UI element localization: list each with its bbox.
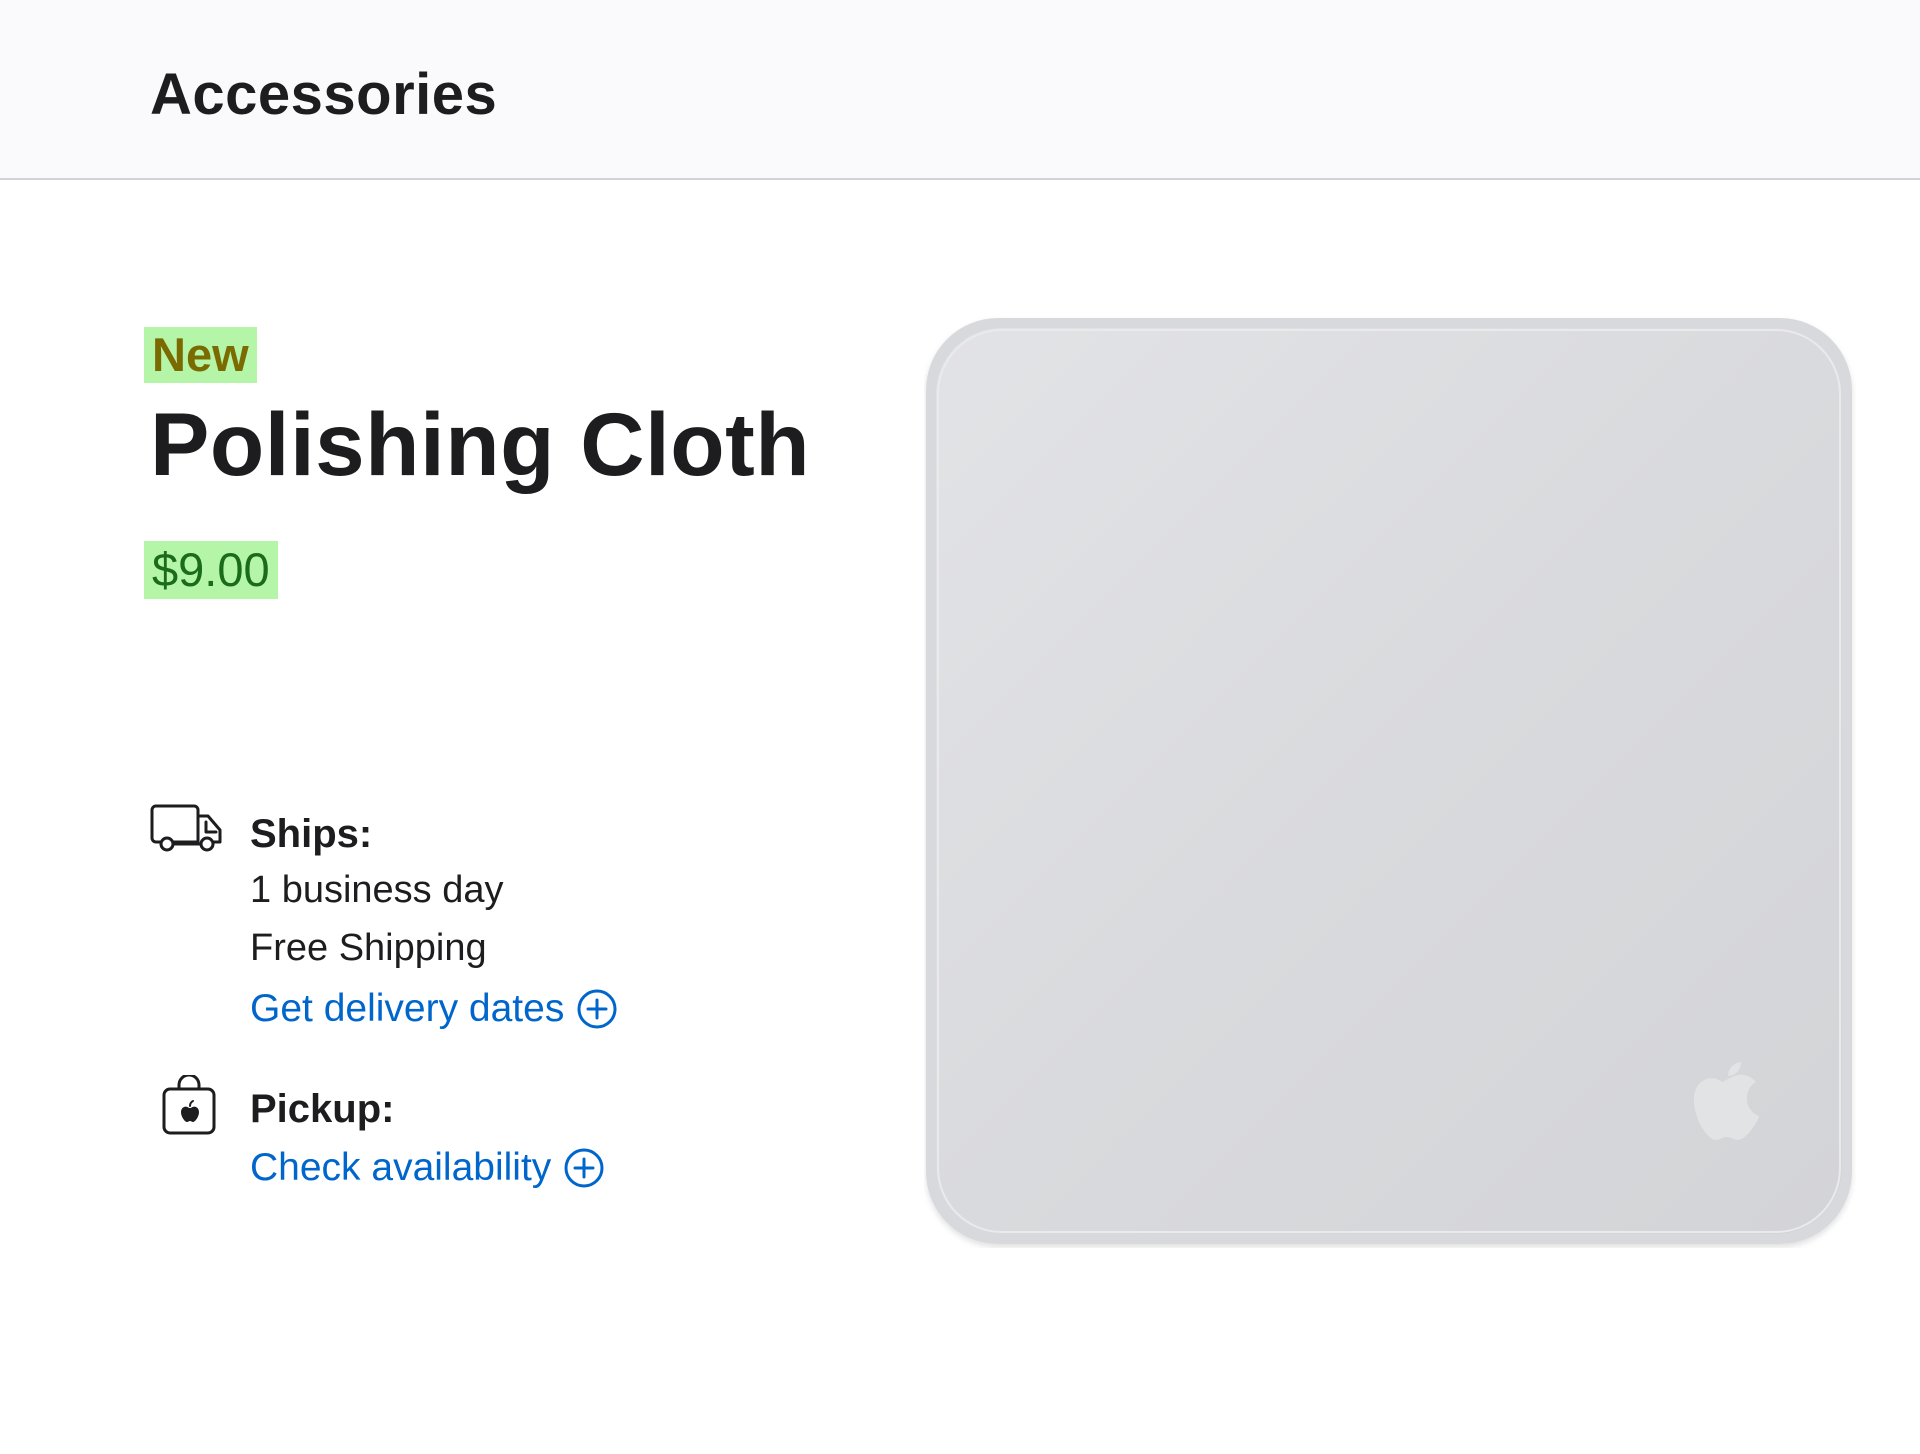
get-delivery-dates-link[interactable]: Get delivery dates	[250, 980, 618, 1038]
ships-heading: Ships:	[250, 812, 373, 856]
ships-cost: Free Shipping	[250, 927, 487, 969]
product-title: Polishing Cloth	[150, 394, 811, 494]
pickup-heading: Pickup:	[250, 1087, 395, 1131]
page-title: Accessories	[150, 62, 498, 127]
shopping-bag-icon	[150, 1073, 226, 1144]
plus-circle-icon	[577, 989, 617, 1029]
polishing-cloth-image	[924, 316, 1856, 1248]
product-price: $9.00	[144, 541, 278, 599]
accessories-header: Accessories	[0, 0, 1920, 180]
shipping-details: Ships: 1 business day Free Shipping Get …	[250, 808, 618, 1038]
check-availability-link[interactable]: Check availability	[250, 1139, 605, 1197]
check-availability-label: Check availability	[250, 1146, 552, 1189]
truck-icon	[150, 800, 226, 861]
ships-time: 1 business day	[250, 869, 504, 911]
pickup-details: Pickup: Check availability	[250, 1083, 605, 1197]
get-delivery-dates-label: Get delivery dates	[250, 987, 565, 1030]
plus-circle-icon	[564, 1148, 604, 1188]
new-badge: New	[144, 327, 257, 383]
